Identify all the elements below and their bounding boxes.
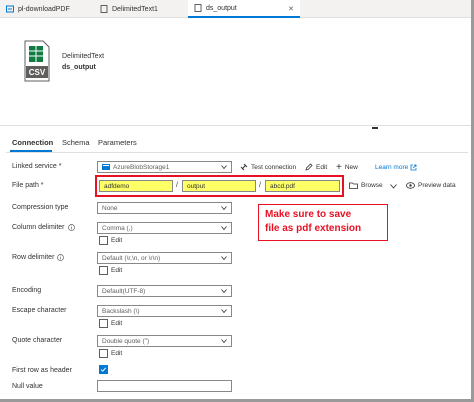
chevron-down-icon — [221, 289, 227, 294]
edit-checkbox-label: Edit — [111, 350, 123, 357]
escape-character-label: Escape character — [12, 307, 67, 314]
linked-service-label: Linked service * — [12, 163, 62, 170]
edit-checkbox-label: Edit — [111, 320, 123, 327]
panel-splitter[interactable] — [0, 125, 471, 129]
tab-divider — [6, 152, 468, 153]
dataset-icon — [194, 4, 202, 12]
tab-label: pl-downloadPDF — [18, 5, 70, 13]
path-separator: / — [259, 182, 261, 189]
linked-service-select[interactable]: AzureBlobStorage1 — [97, 161, 232, 173]
chevron-down-icon[interactable] — [390, 184, 397, 189]
tab-schema[interactable]: Schema — [62, 138, 90, 147]
plug-icon — [240, 163, 248, 171]
callout-line-2: file as pdf extension — [265, 223, 362, 234]
path-separator: / — [176, 182, 178, 189]
chevron-down-icon — [221, 256, 227, 261]
encoding-label: Encoding — [12, 287, 42, 294]
new-label: New — [344, 164, 358, 171]
compression-type-select[interactable]: None — [97, 202, 232, 214]
quote-character-edit-checkbox[interactable] — [99, 349, 108, 358]
dataset-name: ds_output — [62, 64, 96, 71]
tab-pl-downloadpdf[interactable]: pl-downloadPDF — [0, 0, 92, 18]
first-row-header-label: First row as header — [12, 367, 72, 374]
info-icon[interactable] — [67, 224, 75, 231]
row-delimiter-value: Default (\r,\n, or \r\n) — [102, 254, 161, 262]
compression-type-label: Compression type — [12, 204, 69, 211]
escape-character-edit-checkbox[interactable] — [99, 319, 108, 328]
escape-character-select[interactable]: Backslash (\) — [97, 305, 232, 317]
chevron-down-icon — [221, 226, 227, 231]
annotation-callout: Make sure to save file as pdf extension — [258, 204, 388, 241]
file-name-input[interactable]: abcd.pdf — [265, 180, 340, 192]
directory-input[interactable]: output — [182, 180, 256, 192]
quote-character-label: Quote character — [12, 337, 63, 344]
learn-more-link[interactable]: Learn more — [375, 164, 417, 171]
storage-icon — [102, 164, 110, 170]
browse-button[interactable]: Browse — [349, 182, 383, 189]
quote-character-value: Double quote (") — [102, 337, 150, 345]
csv-file-icon: CSV — [24, 40, 50, 82]
learn-more-label: Learn more — [375, 164, 409, 171]
column-delimiter-value: Comma (,) — [102, 224, 133, 232]
tab-connection[interactable]: Connection — [12, 138, 53, 147]
dataset-icon — [100, 5, 108, 13]
container-input[interactable]: adfdemo — [99, 180, 173, 192]
close-icon[interactable]: ✕ — [288, 5, 294, 13]
app-frame — [0, 0, 474, 402]
tab-strip: pl-downloadPDF DelimitedText1 ds_output … — [0, 0, 471, 18]
info-icon[interactable] — [57, 254, 65, 261]
edit-linked-service-button[interactable]: Edit — [305, 163, 327, 171]
chevron-down-icon — [221, 309, 227, 314]
browse-label: Browse — [361, 182, 383, 189]
csv-icon-label: CSV — [29, 68, 46, 77]
encoding-select[interactable]: Default(UTF-8) — [97, 285, 232, 297]
pipeline-icon — [6, 5, 14, 13]
tab-label: ds_output — [206, 4, 237, 12]
tab-ds-output[interactable]: ds_output ✕ — [188, 0, 300, 18]
dataset-type: DelimitedText — [62, 53, 105, 60]
chevron-down-icon — [221, 339, 227, 344]
chevron-down-icon — [221, 165, 227, 170]
callout-line-1: Make sure to save — [265, 209, 352, 220]
edit-label: Edit — [316, 163, 328, 171]
compression-type-value: None — [102, 204, 118, 212]
column-delimiter-select[interactable]: Comma (,) — [97, 222, 232, 234]
column-delimiter-edit-checkbox[interactable] — [99, 236, 108, 245]
file-name-value: abcd.pdf — [270, 182, 295, 190]
row-delimiter-edit-checkbox[interactable] — [99, 266, 108, 275]
file-path-label: File path * — [12, 182, 44, 189]
tab-delimitedtext1[interactable]: DelimitedText1 — [94, 0, 186, 18]
plus-icon: + — [336, 162, 342, 173]
checkmark-icon — [100, 367, 107, 372]
directory-value: output — [187, 182, 206, 190]
column-delimiter-label: Column delimiter — [12, 224, 75, 231]
folder-icon — [349, 182, 358, 189]
splitter-handle[interactable] — [372, 127, 378, 129]
tab-label: DelimitedText1 — [112, 5, 158, 13]
test-connection-button[interactable]: Test connection — [240, 163, 296, 171]
test-connection-label: Test connection — [251, 163, 297, 171]
chevron-down-icon — [221, 206, 227, 211]
edit-checkbox-label: Edit — [111, 237, 123, 244]
container-value: adfdemo — [104, 182, 130, 190]
first-row-header-checkbox[interactable] — [99, 365, 108, 374]
null-value-label: Null value — [12, 383, 43, 390]
preview-data-label: Preview data — [418, 182, 456, 189]
tab-parameters[interactable]: Parameters — [98, 138, 137, 147]
preview-data-button[interactable]: Preview data — [406, 182, 456, 189]
encoding-value: Default(UTF-8) — [102, 287, 146, 295]
null-value-input[interactable] — [97, 380, 232, 392]
linked-service-value: AzureBlobStorage1 — [113, 163, 170, 171]
quote-character-select[interactable]: Double quote (") — [97, 335, 232, 347]
external-link-icon — [410, 164, 417, 171]
row-delimiter-select[interactable]: Default (\r,\n, or \r\n) — [97, 252, 232, 264]
row-delimiter-label: Row delimiter — [12, 254, 65, 261]
preview-icon — [406, 182, 415, 189]
new-linked-service-button[interactable]: + New — [336, 162, 358, 173]
edit-checkbox-label: Edit — [111, 267, 123, 274]
escape-character-value: Backslash (\) — [102, 307, 140, 315]
pencil-icon — [305, 163, 313, 171]
